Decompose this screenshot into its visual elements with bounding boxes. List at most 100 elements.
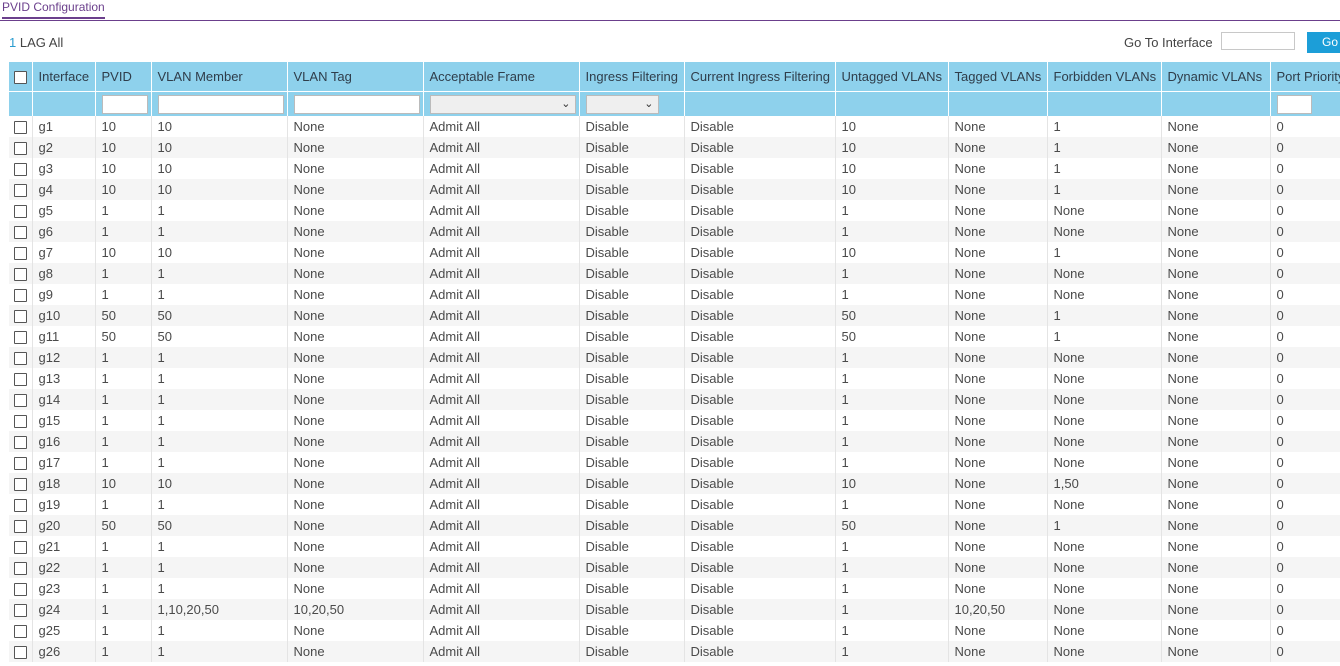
table-row[interactable]: g22 1 1 None Admit All Disable Disable 1 None Non…: [9, 557, 1340, 578]
table-row[interactable]: g17 1 1 None Admit All Disable Disable 1 None Non…: [9, 452, 1340, 473]
row-checkbox[interactable]: [14, 646, 27, 660]
row-checkbox[interactable]: [14, 499, 27, 513]
pvid-filter-input[interactable]: [101, 94, 148, 114]
table-row[interactable]: g10 50 50 None Admit All Disable Disable 50 None…: [9, 305, 1340, 326]
row-checkbox[interactable]: [14, 289, 27, 303]
row-checkbox[interactable]: [14, 541, 27, 555]
column-header-vlan-tag[interactable]: VLAN Tag: [287, 62, 424, 91]
cell-dynamic-vlans: None: [1161, 179, 1271, 200]
table-row[interactable]: g13 1 1 None Admit All Disable Disable 1 None Non…: [9, 368, 1340, 389]
select-all-checkbox[interactable]: [14, 70, 27, 84]
row-checkbox[interactable]: [14, 457, 27, 471]
filter-lag-link[interactable]: LAG: [20, 35, 46, 50]
row-checkbox[interactable]: [14, 604, 27, 618]
table-row[interactable]: g5 1 1 None Admit All Disable Disable 1 None None…: [9, 200, 1340, 221]
table-row[interactable]: g26 1 1 None Admit All Disable Disable 1 None Non…: [9, 641, 1340, 662]
table-row[interactable]: g18 10 10 None Admit All Disable Disable 10 None…: [9, 473, 1340, 494]
cell-dynamic-vlans: None: [1161, 221, 1271, 242]
cell-interface: g23: [32, 578, 96, 599]
table-row[interactable]: g14 1 1 None Admit All Disable Disable 1 None Non…: [9, 389, 1340, 410]
cell-forbidden-vlans: 1: [1047, 116, 1162, 137]
cell-acceptable-frame: Admit All: [423, 347, 580, 368]
cell-ingress-filtering: Disable: [579, 368, 685, 389]
vlan-member-filter-input[interactable]: [157, 94, 284, 114]
row-checkbox[interactable]: [14, 331, 27, 345]
table-row[interactable]: g12 1 1 None Admit All Disable Disable 1 None Non…: [9, 347, 1340, 368]
table-row[interactable]: g11 50 50 None Admit All Disable Disable 50 None…: [9, 326, 1340, 347]
column-header-ingress-filtering[interactable]: Ingress Filtering: [579, 62, 685, 91]
table-row[interactable]: g3 10 10 None Admit All Disable Disable 10 None 1…: [9, 158, 1340, 179]
table-row[interactable]: g2 10 10 None Admit All Disable Disable 10 None 1…: [9, 137, 1340, 158]
vlan-tag-filter-input[interactable]: [293, 94, 420, 114]
row-checkbox[interactable]: [14, 121, 27, 135]
row-checkbox[interactable]: [14, 562, 27, 576]
row-checkbox[interactable]: [14, 352, 27, 366]
filter-all-link[interactable]: All: [49, 35, 63, 50]
row-checkbox[interactable]: [14, 415, 27, 429]
column-header-dynamic-vlans[interactable]: Dynamic VLANs: [1161, 62, 1271, 91]
cell-current-ingress-filtering: Disable: [684, 431, 836, 452]
go-button[interactable]: Go: [1307, 32, 1340, 53]
cell-ingress-filtering: Disable: [579, 263, 685, 284]
column-header-acceptable-frame[interactable]: Acceptable Frame: [423, 62, 580, 91]
pvid-table-container[interactable]: Interface PVID VLAN Member VLAN Tag Acce…: [9, 62, 1340, 666]
column-header-forbidden-vlans[interactable]: Forbidden VLANs: [1047, 62, 1162, 91]
row-checkbox[interactable]: [14, 436, 27, 450]
table-row[interactable]: g24 1 1,10,20,50 10,20,50 Admit All Disable Di…: [9, 599, 1340, 620]
table-row[interactable]: g25 1 1 None Admit All Disable Disable 1 None Non…: [9, 620, 1340, 641]
table-row[interactable]: g23 1 1 None Admit All Disable Disable 1 None Non…: [9, 578, 1340, 599]
row-checkbox[interactable]: [14, 310, 27, 324]
row-select-cell: [9, 221, 33, 242]
row-checkbox[interactable]: [14, 163, 27, 177]
table-row[interactable]: g20 50 50 None Admit All Disable Disable 50 None…: [9, 515, 1340, 536]
column-header-tagged-vlans[interactable]: Tagged VLANs: [948, 62, 1048, 91]
row-checkbox[interactable]: [14, 142, 27, 156]
port-priority-filter-input[interactable]: [1276, 94, 1312, 114]
table-row[interactable]: g6 1 1 None Admit All Disable Disable 1 None None…: [9, 221, 1340, 242]
table-row[interactable]: g9 1 1 None Admit All Disable Disable 1 None None…: [9, 284, 1340, 305]
table-row[interactable]: g7 10 10 None Admit All Disable Disable 10 None 1…: [9, 242, 1340, 263]
filter-count[interactable]: 1: [9, 35, 16, 50]
row-checkbox[interactable]: [14, 247, 27, 261]
table-row[interactable]: g8 1 1 None Admit All Disable Disable 1 None None…: [9, 263, 1340, 284]
cell-untagged-vlans: 1: [835, 620, 949, 641]
row-checkbox[interactable]: [14, 625, 27, 639]
cell-vlan-member: 1,10,20,50: [151, 599, 288, 620]
row-checkbox[interactable]: [14, 184, 27, 198]
table-row[interactable]: g4 10 10 None Admit All Disable Disable 10 None 1…: [9, 179, 1340, 200]
column-header-interface[interactable]: Interface: [32, 62, 96, 91]
table-row[interactable]: g1 10 10 None Admit All Disable Disable 10 None 1…: [9, 116, 1340, 137]
column-header-port-priority[interactable]: Port Priority: [1270, 62, 1340, 91]
row-checkbox[interactable]: [14, 268, 27, 282]
ingress-filtering-filter-select[interactable]: ⌄: [585, 94, 659, 114]
cell-interface: g13: [32, 368, 96, 389]
row-checkbox[interactable]: [14, 373, 27, 387]
cell-vlan-tag: None: [287, 452, 424, 473]
filter-cell-ingress-filtering: ⌄: [579, 90, 685, 116]
acceptable-frame-filter-select[interactable]: ⌄: [429, 94, 576, 114]
row-checkbox[interactable]: [14, 394, 27, 408]
row-checkbox[interactable]: [14, 520, 27, 534]
table-row[interactable]: g16 1 1 None Admit All Disable Disable 1 None Non…: [9, 431, 1340, 452]
table-row[interactable]: g19 1 1 None Admit All Disable Disable 1 None Non…: [9, 494, 1340, 515]
column-header-current-ingress-filtering[interactable]: Current Ingress Filtering: [684, 62, 836, 91]
row-checkbox[interactable]: [14, 226, 27, 240]
row-checkbox[interactable]: [14, 583, 27, 597]
cell-interface: g8: [32, 263, 96, 284]
cell-untagged-vlans: 1: [835, 284, 949, 305]
tab-pvid-configuration[interactable]: PVID Configuration: [2, 0, 105, 19]
goto-interface-input[interactable]: [1221, 32, 1295, 50]
cell-port-priority: 0: [1270, 347, 1340, 368]
table-row[interactable]: g15 1 1 None Admit All Disable Disable 1 None Non…: [9, 410, 1340, 431]
table-row[interactable]: g21 1 1 None Admit All Disable Disable 1 None Non…: [9, 536, 1340, 557]
column-header-vlan-member[interactable]: VLAN Member: [151, 62, 288, 91]
cell-interface: g3: [32, 158, 96, 179]
cell-tagged-vlans: None: [948, 179, 1048, 200]
row-checkbox[interactable]: [14, 478, 27, 492]
column-header-untagged-vlans[interactable]: Untagged VLANs: [835, 62, 949, 91]
cell-pvid: 1: [95, 347, 152, 368]
row-checkbox[interactable]: [14, 205, 27, 219]
column-header-pvid[interactable]: PVID: [95, 62, 152, 91]
cell-ingress-filtering: Disable: [579, 578, 685, 599]
cell-vlan-tag: None: [287, 284, 424, 305]
